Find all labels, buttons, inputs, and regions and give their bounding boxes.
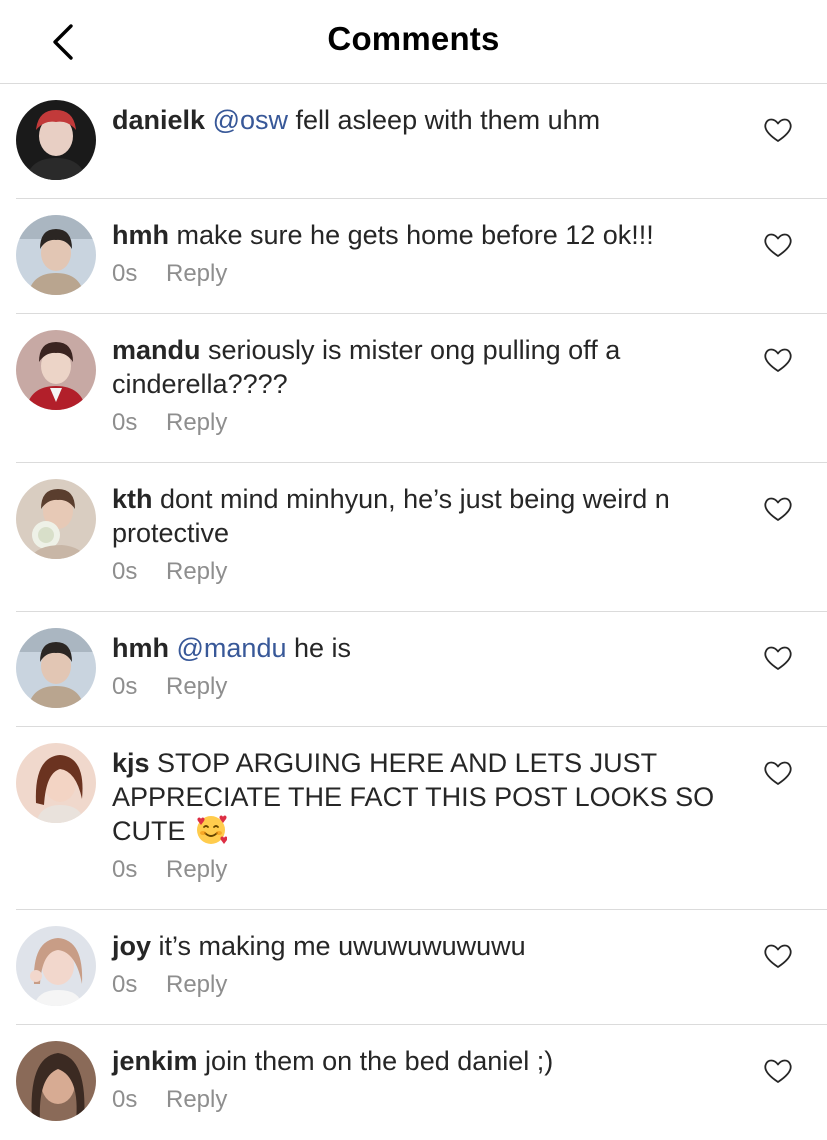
comment-username[interactable]: danielk [112,105,205,135]
avatar[interactable] [16,743,96,823]
comment-text: hmh @mandu he is [112,631,732,665]
comment-item: kjs STOP ARGUING HERE AND LETS JUST APPR… [0,727,827,910]
comment-username[interactable]: hmh [112,220,169,250]
reply-button[interactable]: Reply [166,971,227,998]
comment-body: fell asleep with them uhm [288,105,601,135]
heart-icon[interactable] [762,757,794,789]
header-bar: Comments [0,0,827,84]
avatar[interactable] [16,479,96,559]
comment-text: kjs STOP ARGUING HERE AND LETS JUST APPR… [112,746,732,848]
reply-button[interactable]: Reply [166,260,227,287]
comment-meta: 0s Reply [112,673,732,701]
comment-item: jenkim join them on the bed daniel ;) 0s… [0,1025,827,1140]
comment-time: 0s [112,1086,138,1113]
page-title: Comments [327,20,500,57]
comment-item: joy it’s making me uwuwuwuwuwu 0s Reply [0,910,827,1025]
comment-meta: 0s Reply [112,971,732,999]
comment-username[interactable]: mandu [112,335,201,365]
heart-icon[interactable] [762,493,794,525]
comment-time: 0s [112,971,138,998]
comment-text: kth dont mind minhyun, he’s just being w… [112,482,732,550]
avatar[interactable] [16,215,96,295]
comment-time: 0s [112,673,138,700]
comment-text: jenkim join them on the bed daniel ;) [112,1044,732,1078]
comment-meta: 0s Reply [112,558,732,586]
comment-item: kth dont mind minhyun, he’s just being w… [0,463,827,612]
reply-button[interactable]: Reply [166,1086,227,1113]
avatar[interactable] [16,926,96,1006]
comment-username[interactable]: jenkim [112,1046,198,1076]
comment-mention[interactable]: @osw [213,105,288,135]
comment-item: mandu seriously is mister ong pulling of… [0,314,827,463]
avatar[interactable] [16,628,96,708]
comment-text: danielk @osw fell asleep with them uhm [112,103,732,137]
heart-icon[interactable] [762,1055,794,1087]
comment-time: 0s [112,409,138,436]
reply-button[interactable]: Reply [166,856,227,883]
heart-icon[interactable] [762,344,794,376]
comment-body: make sure he gets home before 12 ok!!! [169,220,654,250]
heart-icon[interactable] [762,940,794,972]
comment-item: hmh make sure he gets home before 12 ok!… [0,199,827,314]
comments-list: danielk @osw fell asleep with them uhm h… [0,84,827,1140]
comment-item: danielk @osw fell asleep with them uhm [0,84,827,199]
avatar[interactable] [16,330,96,410]
comment-body: dont mind minhyun, he’s just being weird… [112,484,670,548]
avatar[interactable] [16,100,96,180]
heart-icon[interactable] [762,642,794,674]
comment-meta: 0s Reply [112,856,732,884]
comment-username[interactable]: joy [112,931,151,961]
avatar[interactable] [16,1041,96,1121]
comment-text: hmh make sure he gets home before 12 ok!… [112,218,732,252]
reply-button[interactable]: Reply [166,409,227,436]
comment-meta: 0s Reply [112,1086,732,1114]
comment-item: hmh @mandu he is 0s Reply [0,612,827,727]
comment-time: 0s [112,558,138,585]
comment-text: joy it’s making me uwuwuwuwuwu [112,929,732,963]
comment-meta: 0s Reply [112,260,732,288]
reply-button[interactable]: Reply [166,673,227,700]
comment-meta: 0s Reply [112,409,732,437]
comment-username[interactable]: kjs [112,748,150,778]
comment-username[interactable]: hmh [112,633,169,663]
smiling-face-with-hearts-icon [197,815,227,844]
heart-icon[interactable] [762,114,794,146]
comment-mention[interactable]: @mandu [177,633,287,663]
comment-time: 0s [112,856,138,883]
comment-body: join them on the bed daniel ;) [197,1046,554,1076]
comment-username[interactable]: kth [112,484,153,514]
comment-text: mandu seriously is mister ong pulling of… [112,333,732,401]
heart-icon[interactable] [762,229,794,261]
comment-body: it’s making me uwuwuwuwuwu [151,931,526,961]
comment-body: he is [286,633,352,663]
reply-button[interactable]: Reply [166,558,227,585]
comment-time: 0s [112,260,138,287]
